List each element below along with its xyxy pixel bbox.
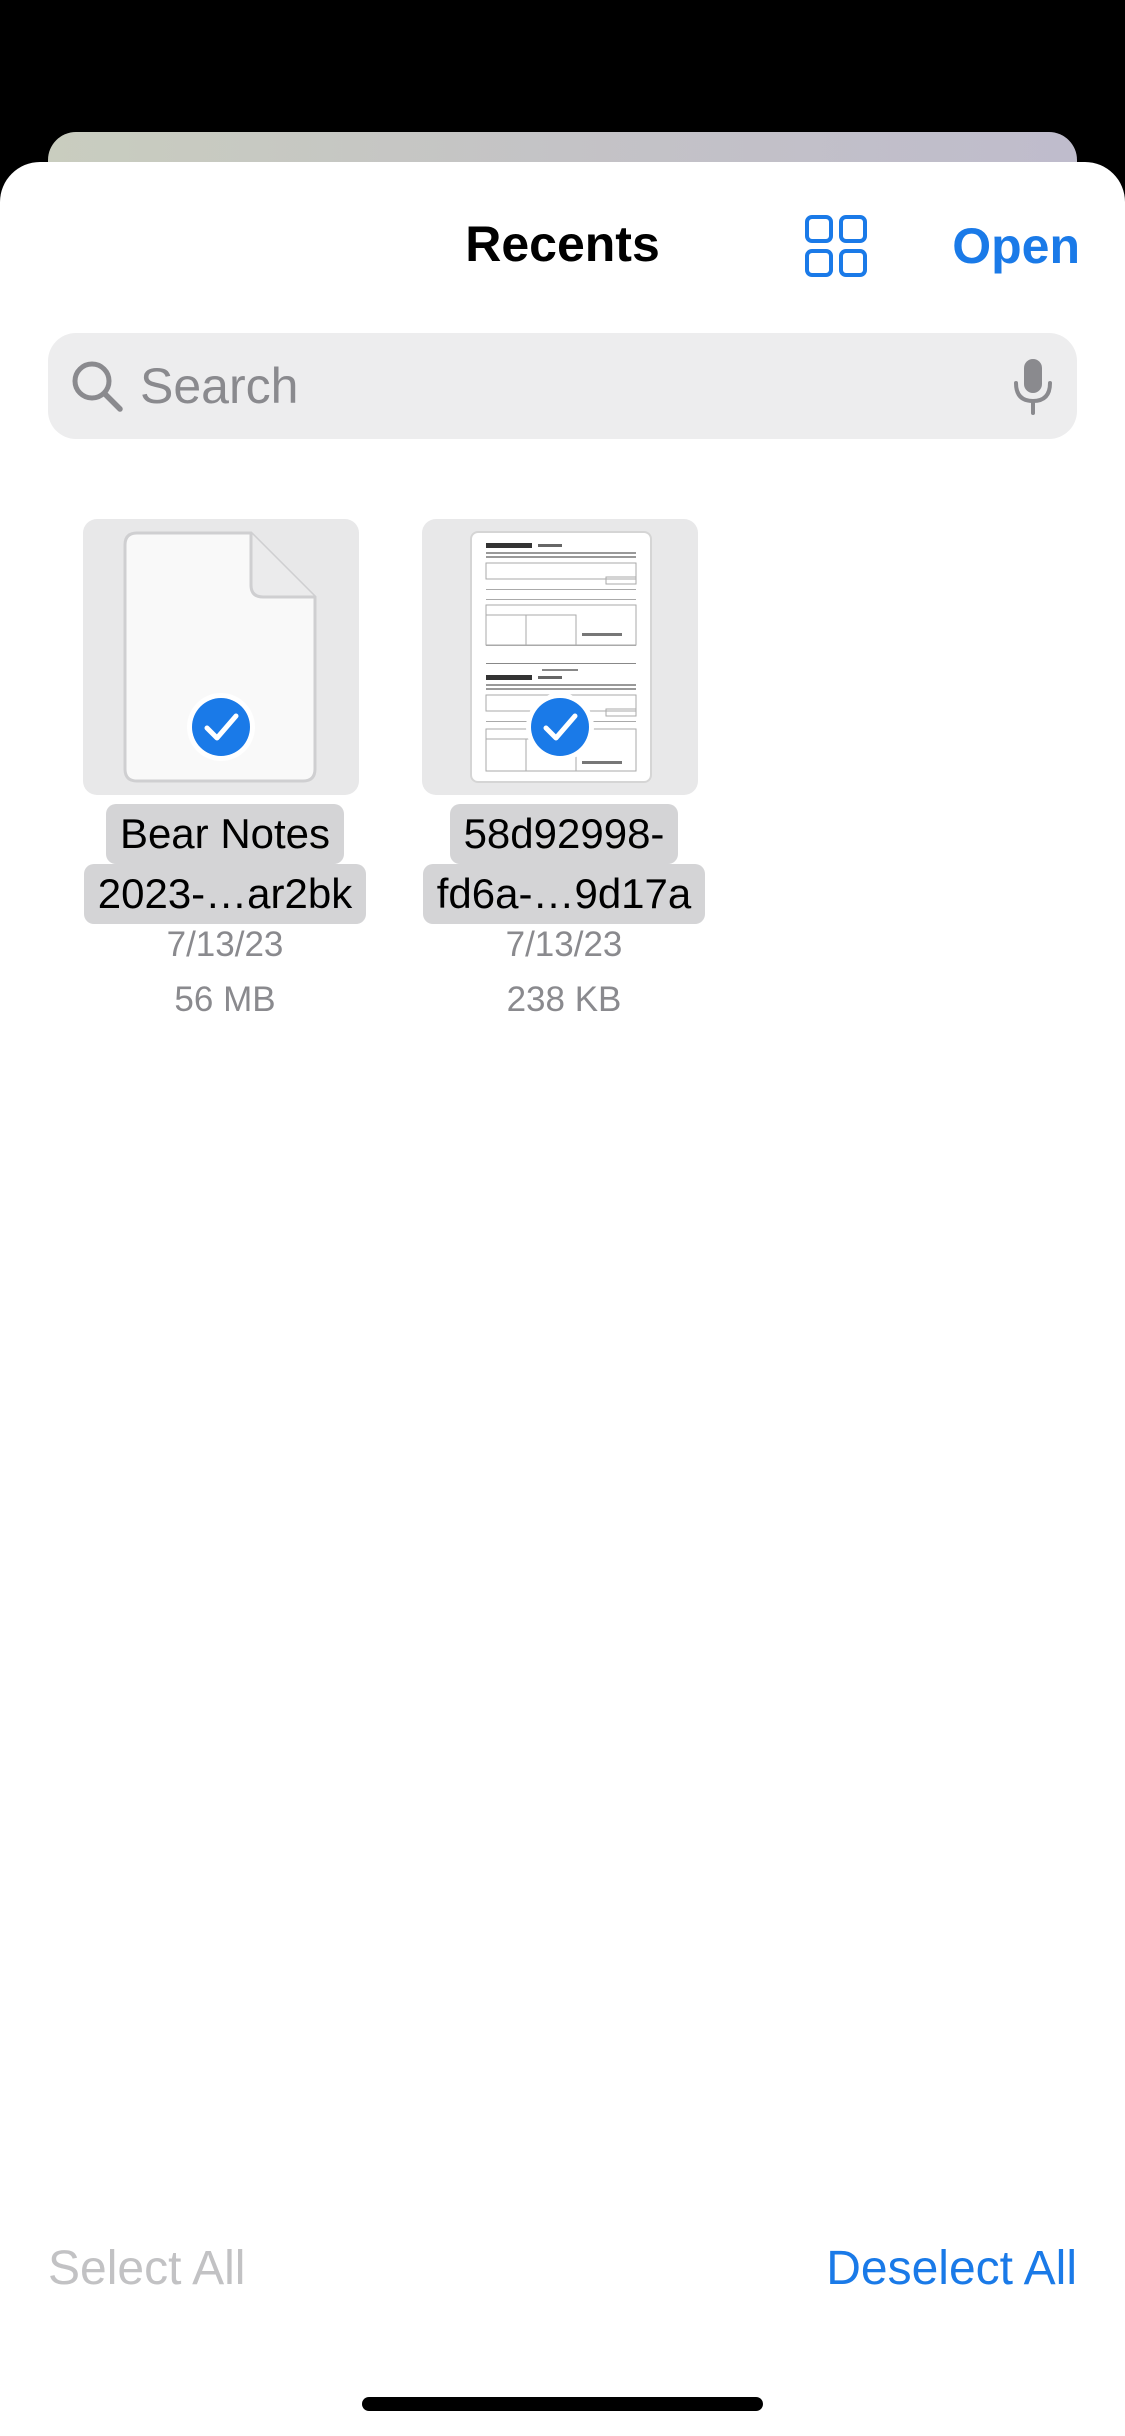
file-name[interactable]: 58d92998- fd6a-…9d17a xyxy=(394,804,734,924)
file-name-line1: 58d92998- xyxy=(449,804,679,864)
home-indicator[interactable] xyxy=(362,2397,763,2411)
file-thumbnail[interactable] xyxy=(422,519,698,795)
file-size: 238 KB xyxy=(506,980,622,1019)
file-thumbnail[interactable] xyxy=(83,519,359,795)
file-name-line2: fd6a-…9d17a xyxy=(422,864,706,924)
file-name[interactable]: Bear Notes 2023-…ar2bk xyxy=(55,804,395,924)
search-icon xyxy=(72,361,123,412)
file-date: 7/13/23 xyxy=(505,925,623,964)
search-input[interactable] xyxy=(140,351,960,421)
select-all-button[interactable]: Select All xyxy=(48,2237,245,2301)
open-button[interactable]: Open xyxy=(930,214,1080,278)
mic-icon[interactable] xyxy=(1006,357,1060,417)
file-size: 56 MB xyxy=(174,980,276,1019)
file-name-line2: 2023-…ar2bk xyxy=(83,864,367,924)
file-name-line1: Bear Notes xyxy=(105,804,345,864)
selected-checkmark-icon xyxy=(187,693,255,761)
deselect-all-button[interactable]: Deselect All xyxy=(826,2237,1077,2301)
grid-icon xyxy=(805,215,867,277)
grid-view-button[interactable] xyxy=(800,214,872,278)
file-picker-sheet xyxy=(0,162,1125,2436)
selected-checkmark-icon xyxy=(526,693,594,761)
file-date: 7/13/23 xyxy=(166,925,284,964)
search-bar[interactable] xyxy=(48,333,1077,439)
